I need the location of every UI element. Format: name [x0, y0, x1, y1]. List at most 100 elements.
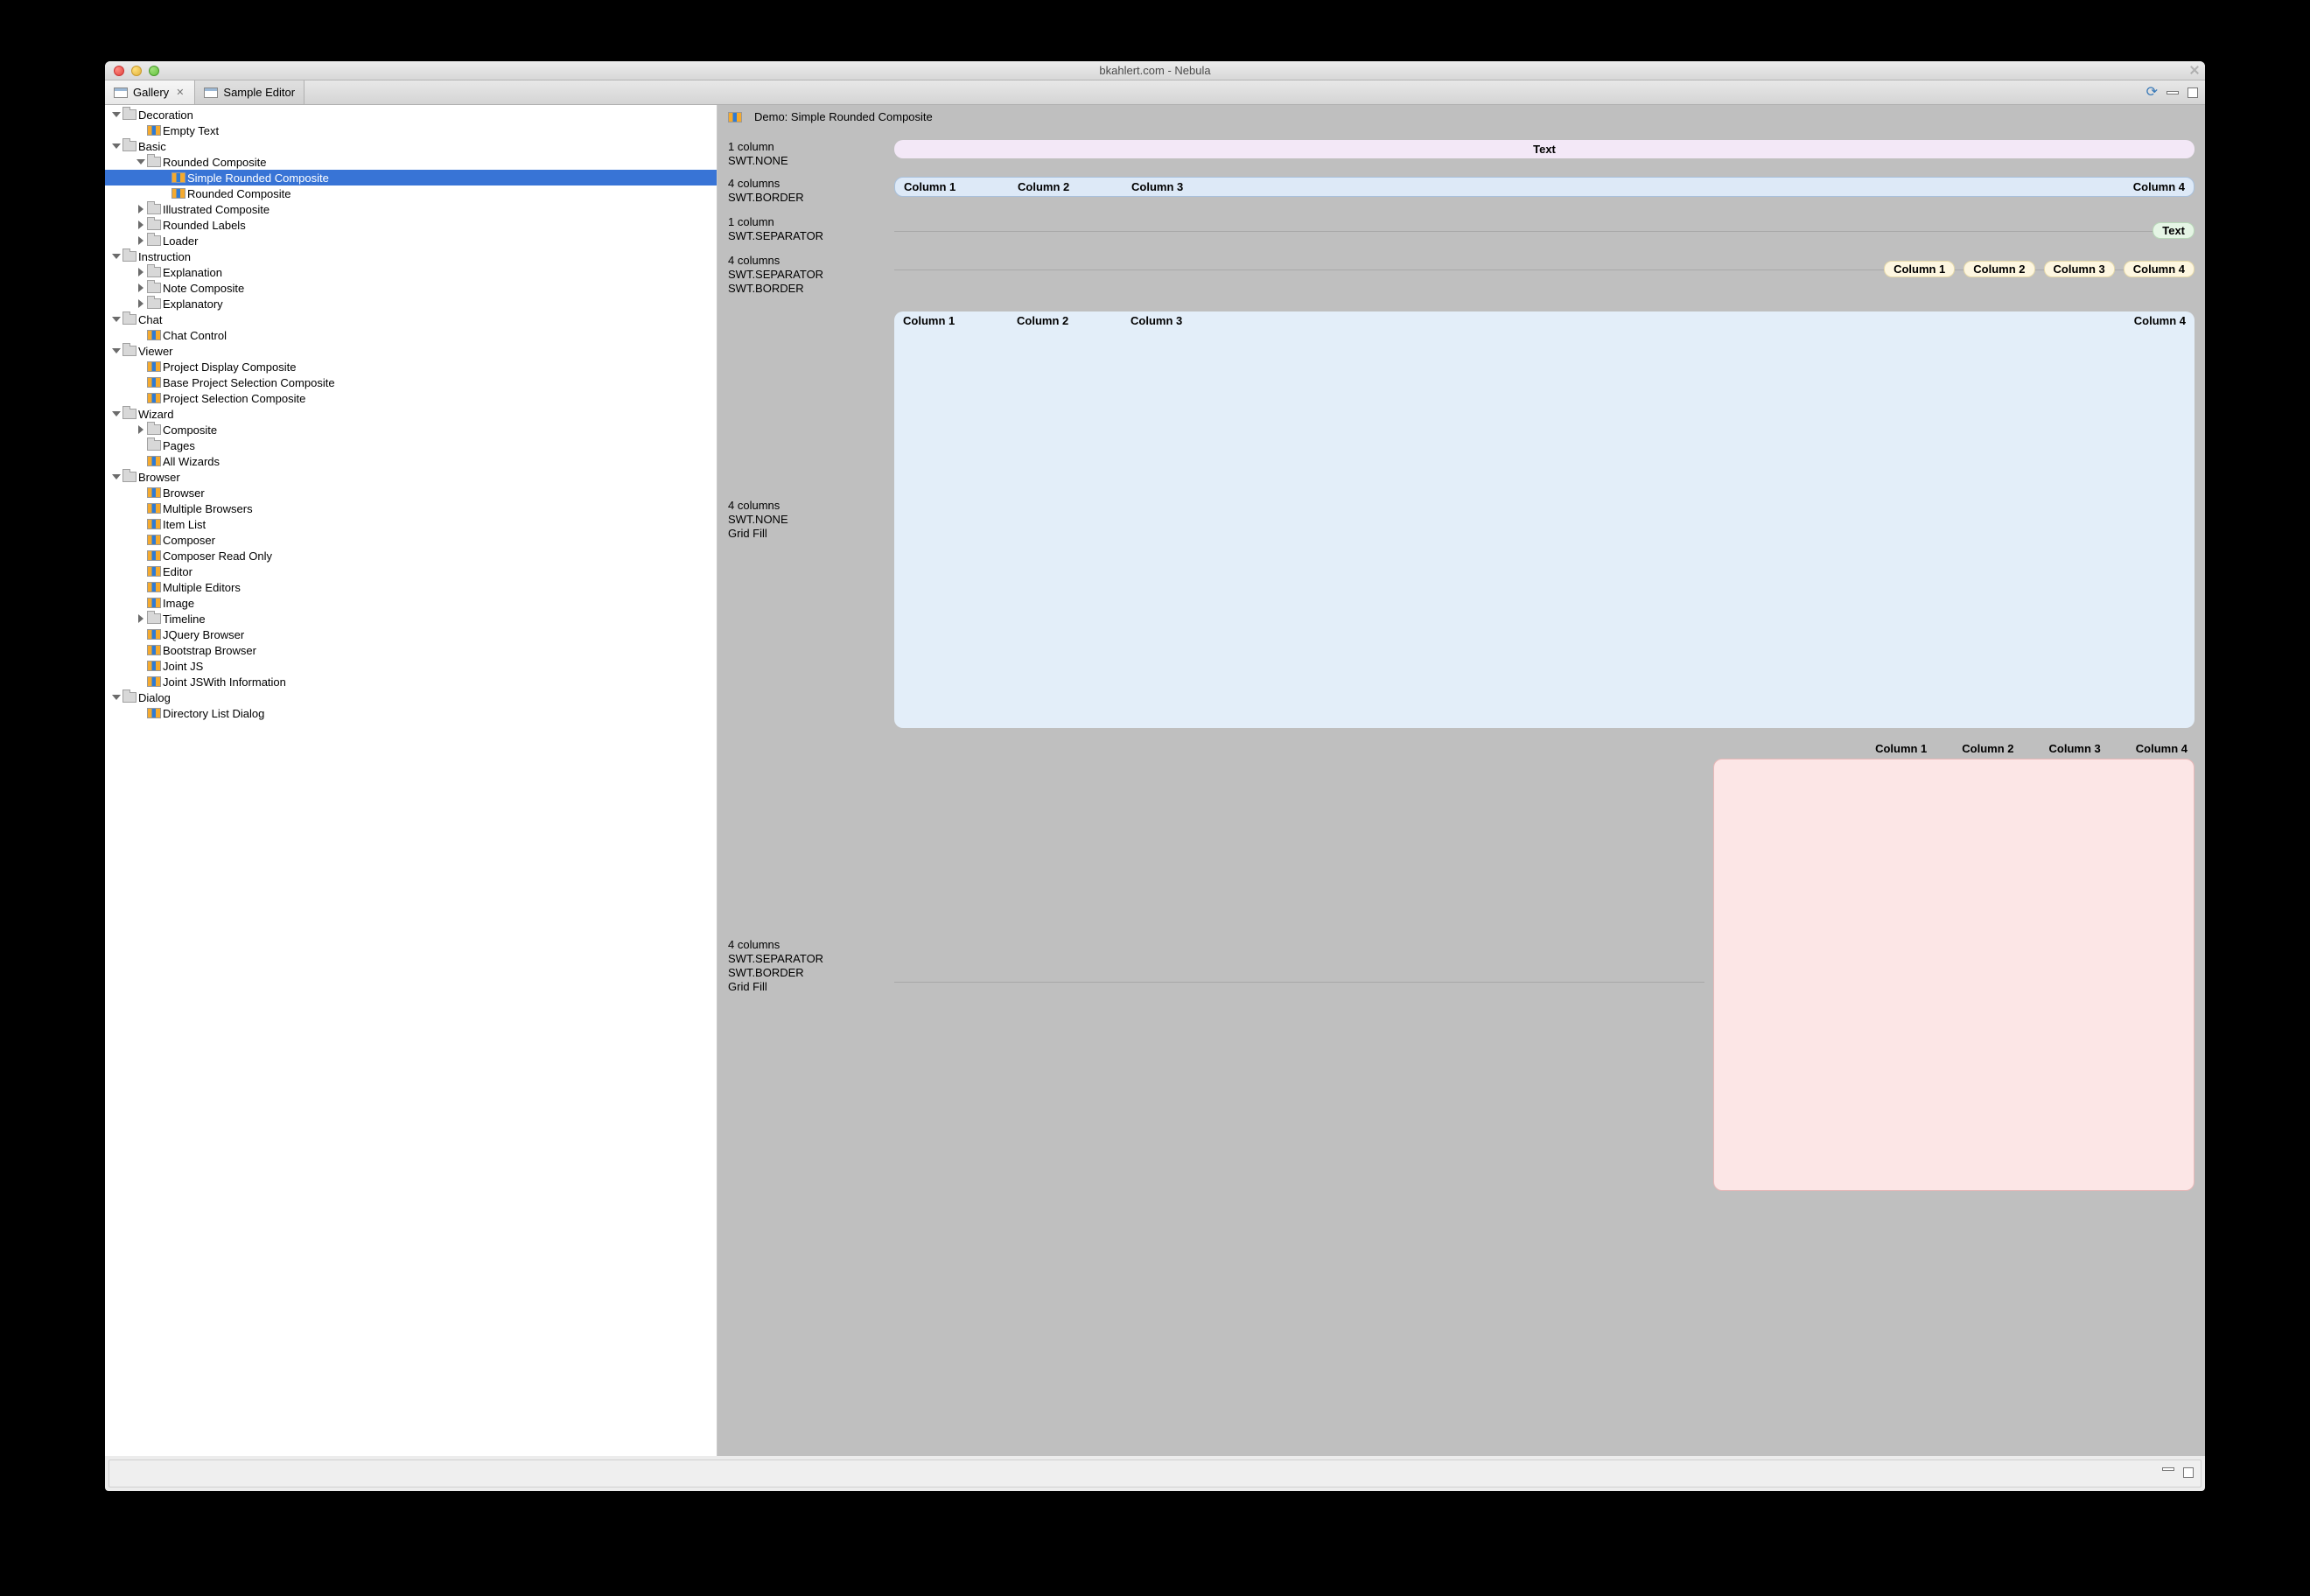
tree-item[interactable]: Composer — [105, 532, 717, 548]
folder-icon — [147, 424, 161, 435]
tree-item[interactable]: Explanatory — [105, 296, 717, 312]
minimize-window-button[interactable] — [131, 66, 142, 76]
tree-item-label: Browser — [138, 471, 180, 484]
disclosure-down-icon[interactable] — [112, 346, 121, 355]
tree-item[interactable]: Empty Text — [105, 122, 717, 138]
tree-item[interactable]: Browser — [105, 469, 717, 485]
tree-item[interactable]: Multiple Browsers — [105, 500, 717, 516]
tree-item-label: Loader — [163, 234, 198, 248]
demo-leaf-icon — [147, 676, 161, 687]
demo-row-label: SWT.BORDER — [728, 282, 894, 296]
disclosure-right-icon[interactable] — [136, 205, 145, 214]
tree-item[interactable]: Note Composite — [105, 280, 717, 296]
tree-item[interactable]: Rounded Composite — [105, 154, 717, 170]
folder-icon — [147, 204, 161, 214]
disclosure-right-icon[interactable] — [136, 614, 145, 623]
tree-item[interactable]: Wizard — [105, 406, 717, 422]
disclosure-down-icon[interactable] — [112, 142, 121, 150]
tree-item[interactable]: Viewer — [105, 343, 717, 359]
demo-leaf-icon — [147, 361, 161, 372]
tree-item-label: Composer — [163, 534, 215, 547]
col-header: Column 4 — [2134, 314, 2186, 327]
tree-item[interactable]: Decoration — [105, 107, 717, 122]
navigator-tree[interactable]: DecorationEmpty TextBasicRounded Composi… — [105, 105, 718, 1456]
col-header: Column 2 — [1017, 314, 1130, 327]
col-header: Column 2 — [1018, 180, 1131, 193]
zoom-window-button[interactable] — [149, 66, 159, 76]
tree-item[interactable]: Browser — [105, 485, 717, 500]
disclosure-right-icon[interactable] — [136, 220, 145, 229]
tree-item[interactable]: Explanation — [105, 264, 717, 280]
tree-item[interactable]: Basic — [105, 138, 717, 154]
disclosure-down-icon[interactable] — [112, 315, 121, 324]
tree-item[interactable]: Simple Rounded Composite — [105, 170, 717, 186]
tree-item[interactable]: Directory List Dialog — [105, 705, 717, 721]
tab-sample-editor[interactable]: Sample Editor — [195, 80, 304, 104]
tree-item[interactable]: Dialog — [105, 690, 717, 705]
disclosure-right-icon[interactable] — [136, 284, 145, 292]
tree-item-label: Simple Rounded Composite — [187, 172, 329, 185]
refresh-icon[interactable]: ⟳ — [2146, 86, 2158, 100]
tree-item-label: Composite — [163, 424, 217, 437]
disclosure-down-icon[interactable] — [112, 472, 121, 481]
tree-item[interactable]: All Wizards — [105, 453, 717, 469]
disclosure-down-icon[interactable] — [112, 110, 121, 119]
disclosure-down-icon[interactable] — [112, 252, 121, 261]
tree-item[interactable]: Project Selection Composite — [105, 390, 717, 406]
tree-item[interactable]: Multiple Editors — [105, 579, 717, 595]
disclosure-right-icon[interactable] — [136, 299, 145, 308]
tree-item[interactable]: Instruction — [105, 248, 717, 264]
tree-item[interactable]: Rounded Labels — [105, 217, 717, 233]
disclosure-down-icon[interactable] — [136, 158, 145, 166]
tab-close-icon[interactable]: ✕ — [174, 87, 186, 98]
tree-item[interactable]: Composer Read Only — [105, 548, 717, 564]
tree-item[interactable]: Loader — [105, 233, 717, 248]
tree-item-label: Rounded Composite — [187, 187, 291, 200]
folder-icon — [122, 314, 136, 325]
tree-item[interactable]: Rounded Composite — [105, 186, 717, 201]
tree-item-label: Note Composite — [163, 282, 244, 295]
tree-item[interactable]: Joint JSWith Information — [105, 674, 717, 690]
demo-leaf-icon — [147, 519, 161, 529]
tree-item[interactable]: Image — [105, 595, 717, 611]
tree-item-label: Joint JSWith Information — [163, 676, 286, 689]
maximize-view-icon[interactable] — [2188, 88, 2198, 98]
minimize-view-icon[interactable] — [2166, 91, 2179, 94]
tree-item-label: Viewer — [138, 345, 173, 358]
demo-leaf-icon — [147, 393, 161, 403]
tree-item[interactable]: Timeline — [105, 611, 717, 626]
tree-item[interactable]: Base Project Selection Composite — [105, 374, 717, 390]
fullscreen-icon[interactable] — [2189, 65, 2200, 75]
demo-title: Demo: Simple Rounded Composite — [754, 110, 933, 123]
tree-item[interactable]: Bootstrap Browser — [105, 642, 717, 658]
demo-leaf-icon — [147, 645, 161, 655]
col-header: Column 2 — [1962, 742, 2013, 755]
close-window-button[interactable] — [114, 66, 124, 76]
tree-item[interactable]: Project Display Composite — [105, 359, 717, 374]
minimize-view-icon[interactable] — [2162, 1467, 2174, 1471]
tree-item[interactable]: Pages — [105, 438, 717, 453]
folder-icon — [122, 109, 136, 120]
disclosure-right-icon[interactable] — [136, 236, 145, 245]
tree-item-label: Timeline — [163, 612, 206, 626]
tree-item-label: Project Display Composite — [163, 360, 296, 374]
tree-item[interactable]: Composite — [105, 422, 717, 438]
tree-item[interactable]: Illustrated Composite — [105, 201, 717, 217]
disclosure-down-icon[interactable] — [112, 410, 121, 418]
tree-item[interactable]: Item List — [105, 516, 717, 532]
tree-item[interactable]: JQuery Browser — [105, 626, 717, 642]
tree-item[interactable]: Editor — [105, 564, 717, 579]
demo-row-label: 4 columns — [728, 938, 894, 952]
col-header: Column 3 — [1130, 314, 1244, 327]
tree-item[interactable]: Joint JS — [105, 658, 717, 674]
maximize-view-icon[interactable] — [2183, 1467, 2194, 1478]
folder-icon — [122, 409, 136, 419]
disclosure-right-icon[interactable] — [136, 425, 145, 434]
col-chip: Column 2 — [1964, 261, 2034, 277]
tree-item[interactable]: Chat — [105, 312, 717, 327]
tab-gallery[interactable]: Gallery ✕ — [105, 80, 195, 104]
demo-leaf-icon — [147, 503, 161, 514]
disclosure-down-icon[interactable] — [112, 693, 121, 702]
tree-item[interactable]: Chat Control — [105, 327, 717, 343]
disclosure-right-icon[interactable] — [136, 268, 145, 276]
